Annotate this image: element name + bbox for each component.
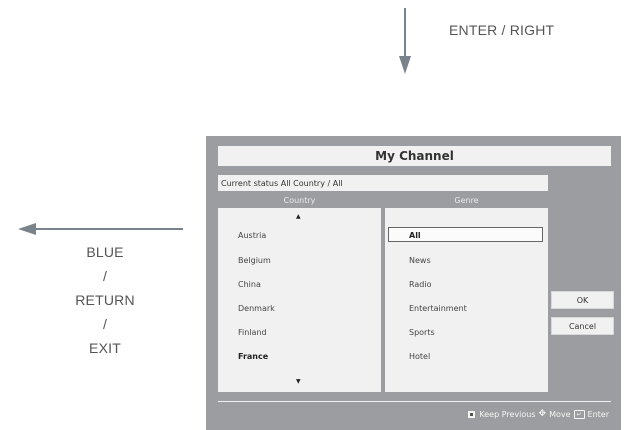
genre-item-entertainment[interactable]: Entertainment	[409, 304, 467, 313]
current-status: Current status All Country / All	[218, 175, 548, 191]
country-item-austria[interactable]: Austria	[238, 231, 266, 240]
genre-item-news[interactable]: News	[409, 256, 431, 265]
country-item-finland[interactable]: Finland	[238, 328, 267, 337]
annotation-back-keys: BLUE / RETURN / EXIT	[65, 240, 145, 360]
move-icon: ✥	[538, 409, 547, 419]
keep-previous-label: Keep Previous	[479, 409, 536, 419]
key-guide: Keep Previous ✥ Move ↵ Enter	[468, 408, 609, 420]
annotation-line: EXIT	[89, 340, 121, 356]
genre-column-header: Genre	[454, 195, 479, 205]
annotation-line: RETURN	[75, 292, 135, 308]
genre-list[interactable]: All News Radio Entertainment Sports Hote…	[385, 208, 548, 392]
country-list[interactable]: ▲ Austria Belgium China Denmark Finland …	[218, 208, 381, 392]
scroll-up-icon[interactable]: ▲	[296, 213, 301, 220]
my-channel-dialog: My Channel Current status All Country / …	[206, 136, 621, 430]
country-item-denmark[interactable]: Denmark	[238, 304, 275, 313]
keep-previous-icon	[468, 410, 476, 418]
country-item-belgium[interactable]: Belgium	[238, 256, 271, 265]
footer-divider	[218, 401, 611, 402]
annotation-line: BLUE	[86, 244, 124, 260]
genre-item-label: All	[409, 231, 421, 240]
arrow-left-icon	[18, 223, 183, 235]
annotation-line: /	[102, 268, 108, 284]
annotation-line: /	[102, 316, 108, 332]
genre-item-radio[interactable]: Radio	[409, 280, 431, 289]
move-label: Move	[549, 409, 571, 419]
country-column-header: Country	[283, 195, 316, 205]
genre-item-all-selected[interactable]: All	[388, 227, 543, 242]
genre-item-sports[interactable]: Sports	[409, 328, 435, 337]
genre-item-hotel[interactable]: Hotel	[409, 352, 430, 361]
scroll-down-icon[interactable]: ▼	[296, 378, 301, 385]
annotation-enter-right: ENTER / RIGHT	[449, 22, 555, 38]
dialog-title: My Channel	[218, 146, 611, 166]
ok-button[interactable]: OK	[551, 291, 614, 309]
enter-label: Enter	[587, 409, 609, 419]
cancel-button[interactable]: Cancel	[551, 317, 614, 335]
country-item-china[interactable]: China	[238, 280, 261, 289]
arrow-down-icon	[399, 8, 411, 74]
country-item-france[interactable]: France	[238, 352, 268, 361]
enter-icon: ↵	[573, 409, 585, 419]
